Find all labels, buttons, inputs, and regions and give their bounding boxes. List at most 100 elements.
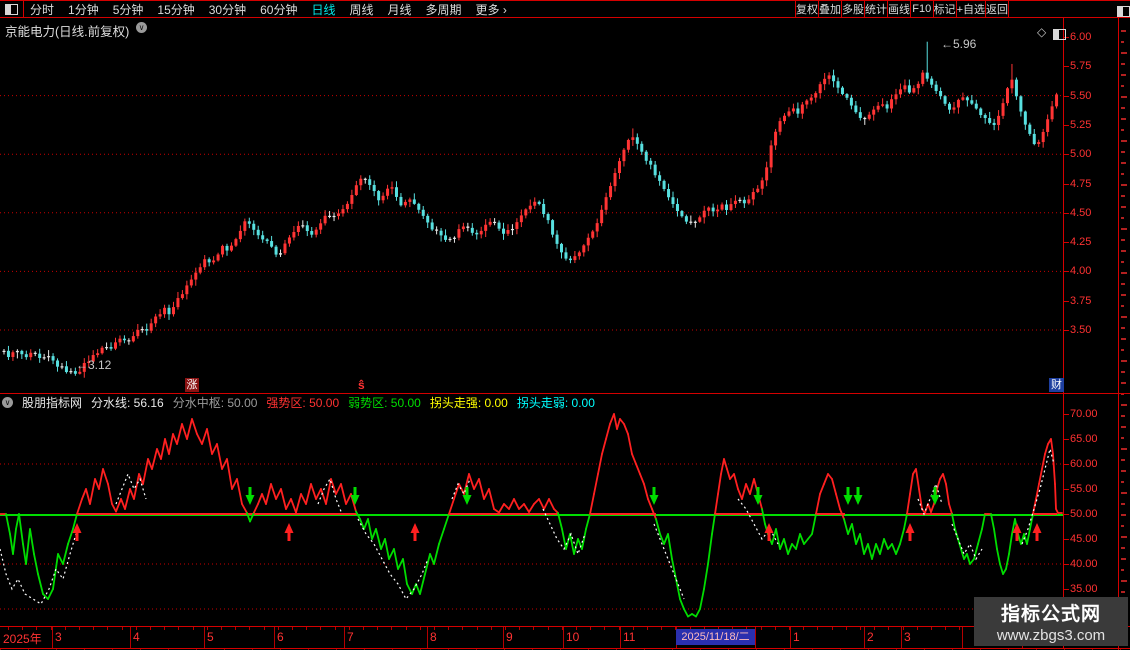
selected-date-badge: 2025/11/18/二 <box>676 629 755 645</box>
indicator-axis-label: 45.00 <box>1070 533 1098 545</box>
date-label-9: 11 <box>623 630 636 644</box>
indicator-param-0: 股朋指标网 <box>22 395 83 410</box>
indicator-param-6: 拐头走弱: 0.00 <box>516 395 595 410</box>
date-label-3: 5 <box>207 630 214 644</box>
price-axis-label: 4.50 <box>1070 206 1092 219</box>
indicator-param-1: 分水线: 56.16 <box>91 395 164 410</box>
indicator-param-4: 弱势区: 50.00 <box>348 395 421 410</box>
date-label-11: 2 <box>867 630 874 644</box>
stock-title: 京能电力(日线.前复权) <box>5 25 130 39</box>
panel-toggle-button[interactable] <box>0 1 24 17</box>
action-button-6[interactable]: 标记 <box>932 1 956 17</box>
date-axis[interactable]: 2025年 3 4 5 6 7 8 9 10 11 1 2 3 2025/11/18/二 <box>0 627 1063 648</box>
indicator-collapse-icon[interactable]: ∨ <box>2 396 13 408</box>
date-label-8: 10 <box>566 630 580 644</box>
month-separator <box>130 627 131 648</box>
month-separator <box>901 627 902 648</box>
indicator-param-2: 分水中枢: 50.00 <box>172 395 258 410</box>
tab-period-1[interactable]: 1分钟 <box>68 1 99 18</box>
month-separator <box>204 627 205 648</box>
indicator-axis-label: 70.00 <box>1070 408 1098 420</box>
tab-period-2[interactable]: 5分钟 <box>113 1 144 18</box>
panel-icon-right[interactable] <box>1053 27 1066 45</box>
month-separator <box>274 627 275 648</box>
date-label-10: 1 <box>793 630 800 644</box>
date-label-12: 3 <box>904 630 911 644</box>
indicator-axis-label: 55.00 <box>1070 483 1098 495</box>
panel-icon <box>5 3 18 15</box>
date-label-7: 9 <box>506 630 513 644</box>
indicator-axis-label: 60.00 <box>1070 458 1098 470</box>
indicator-canvas <box>0 413 1063 618</box>
tab-period-5[interactable]: 60分钟 <box>260 1 297 18</box>
month-separator <box>427 627 428 648</box>
chart-marker-2: 财 <box>1049 378 1064 392</box>
price-axis-label: 5.50 <box>1070 89 1092 102</box>
action-button-8[interactable]: 返回 <box>985 1 1008 17</box>
watermark-title: 指标公式网 <box>1000 604 1101 625</box>
price-axis-label: 3.75 <box>1070 294 1092 307</box>
sidebar-toggle-button[interactable] <box>1117 4 1130 22</box>
price-callout-1: ←5.96 <box>941 37 977 51</box>
tab-period-7[interactable]: 周线 <box>349 1 373 18</box>
tab-period-3[interactable]: 15分钟 <box>157 1 194 18</box>
indicator-axis-label: 40.00 <box>1070 558 1098 570</box>
action-button-bar: 复权 叠加 多股 统计 画线 F10 标记 +自选 返回 <box>795 1 1009 17</box>
month-separator <box>503 627 504 648</box>
indicator-axis-label: 35.00 <box>1070 583 1098 595</box>
month-separator <box>52 627 53 648</box>
date-label-2: 4 <box>133 630 140 644</box>
price-axis[interactable]: 6.00 5.75 5.50 5.25 5.00 4.75 4.50 4.25 4.00 3.75… <box>1063 18 1118 648</box>
tab-period-9[interactable]: 多周期 <box>426 1 462 18</box>
watermark-url: www.zbgs3.com <box>996 627 1106 644</box>
indicator-param-3: 强势区: 50.00 <box>266 395 340 410</box>
tab-period-8[interactable]: 月线 <box>388 1 412 18</box>
month-separator <box>864 627 865 648</box>
main-price-chart[interactable] <box>0 18 1063 394</box>
action-button-1[interactable]: 叠加 <box>818 1 841 17</box>
price-axis-label: 3.50 <box>1070 324 1092 336</box>
candlestick-canvas <box>0 41 1063 378</box>
period-tab-bar: 分时 1分钟 5分钟 15分钟 30分钟 60分钟 日线 周线 月线 多周期 更多 › <box>30 1 507 17</box>
indicator-header: ∨ 股朋指标网 分水线: 56.16 分水中枢: 50.00 强势区: 50.00 弱势… <box>2 395 595 410</box>
tab-period-4[interactable]: 30分钟 <box>209 1 246 18</box>
action-button-7[interactable]: +自选 <box>955 1 985 17</box>
chart-marker-0: 涨 <box>185 378 199 392</box>
action-button-4[interactable]: 画线 <box>887 1 910 17</box>
title-dropdown-icon[interactable]: ∨ <box>136 22 147 33</box>
action-button-2[interactable]: 多股 <box>841 1 864 17</box>
indicator-axis-label: 65.00 <box>1070 433 1098 445</box>
date-label-0: 2025年 <box>3 632 42 646</box>
tab-period-10[interactable]: 更多 › <box>476 1 507 18</box>
tab-period-6[interactable]: 日线 <box>311 1 335 18</box>
diamond-icon[interactable]: ◇ <box>1037 26 1046 38</box>
date-label-4: 6 <box>277 630 284 644</box>
watermark: 指标公式网 www.zbgs3.com <box>974 597 1128 646</box>
top-toolbar: 分时 1分钟 5分钟 15分钟 30分钟 60分钟 日线 周线 月线 多周期 更多 › 复权 叠加 多股… <box>0 0 1130 18</box>
month-separator <box>790 627 791 648</box>
action-button-3[interactable]: 统计 <box>864 1 887 17</box>
price-axis-label: 6.00 <box>1070 31 1092 43</box>
chart-titlebar: 京能电力(日线.前复权) ∨ ◇ <box>0 18 1066 40</box>
price-axis-label: 4.25 <box>1070 236 1092 249</box>
month-separator <box>755 627 756 648</box>
price-callout-0: ←3.12 <box>76 358 112 372</box>
month-separator <box>962 627 963 648</box>
indicator-pane[interactable] <box>0 394 1063 626</box>
action-button-0[interactable]: 复权 <box>795 1 818 17</box>
tab-period-0[interactable]: 分时 <box>30 1 54 18</box>
indicator-axis-label: 50.00 <box>1070 508 1098 520</box>
price-axis-label: 5.25 <box>1070 118 1092 131</box>
date-label-5: 7 <box>347 630 354 644</box>
app-window: 分时 1分钟 5分钟 15分钟 30分钟 60分钟 日线 周线 月线 多周期 更多 › 复权 叠加 多股… <box>0 0 1130 650</box>
chart-marker-1: ŝ <box>358 378 365 392</box>
price-axis-label: 5.00 <box>1070 148 1092 161</box>
action-button-5[interactable]: F10 <box>910 1 933 17</box>
right-edge-strip[interactable] <box>1118 18 1130 650</box>
date-label-6: 8 <box>430 630 437 644</box>
month-separator <box>563 627 564 648</box>
sidebar-panel-icon <box>1117 6 1130 17</box>
price-axis-label: 5.75 <box>1070 60 1092 73</box>
price-axis-label: 4.75 <box>1070 177 1092 190</box>
price-axis-label: 4.00 <box>1070 265 1092 278</box>
